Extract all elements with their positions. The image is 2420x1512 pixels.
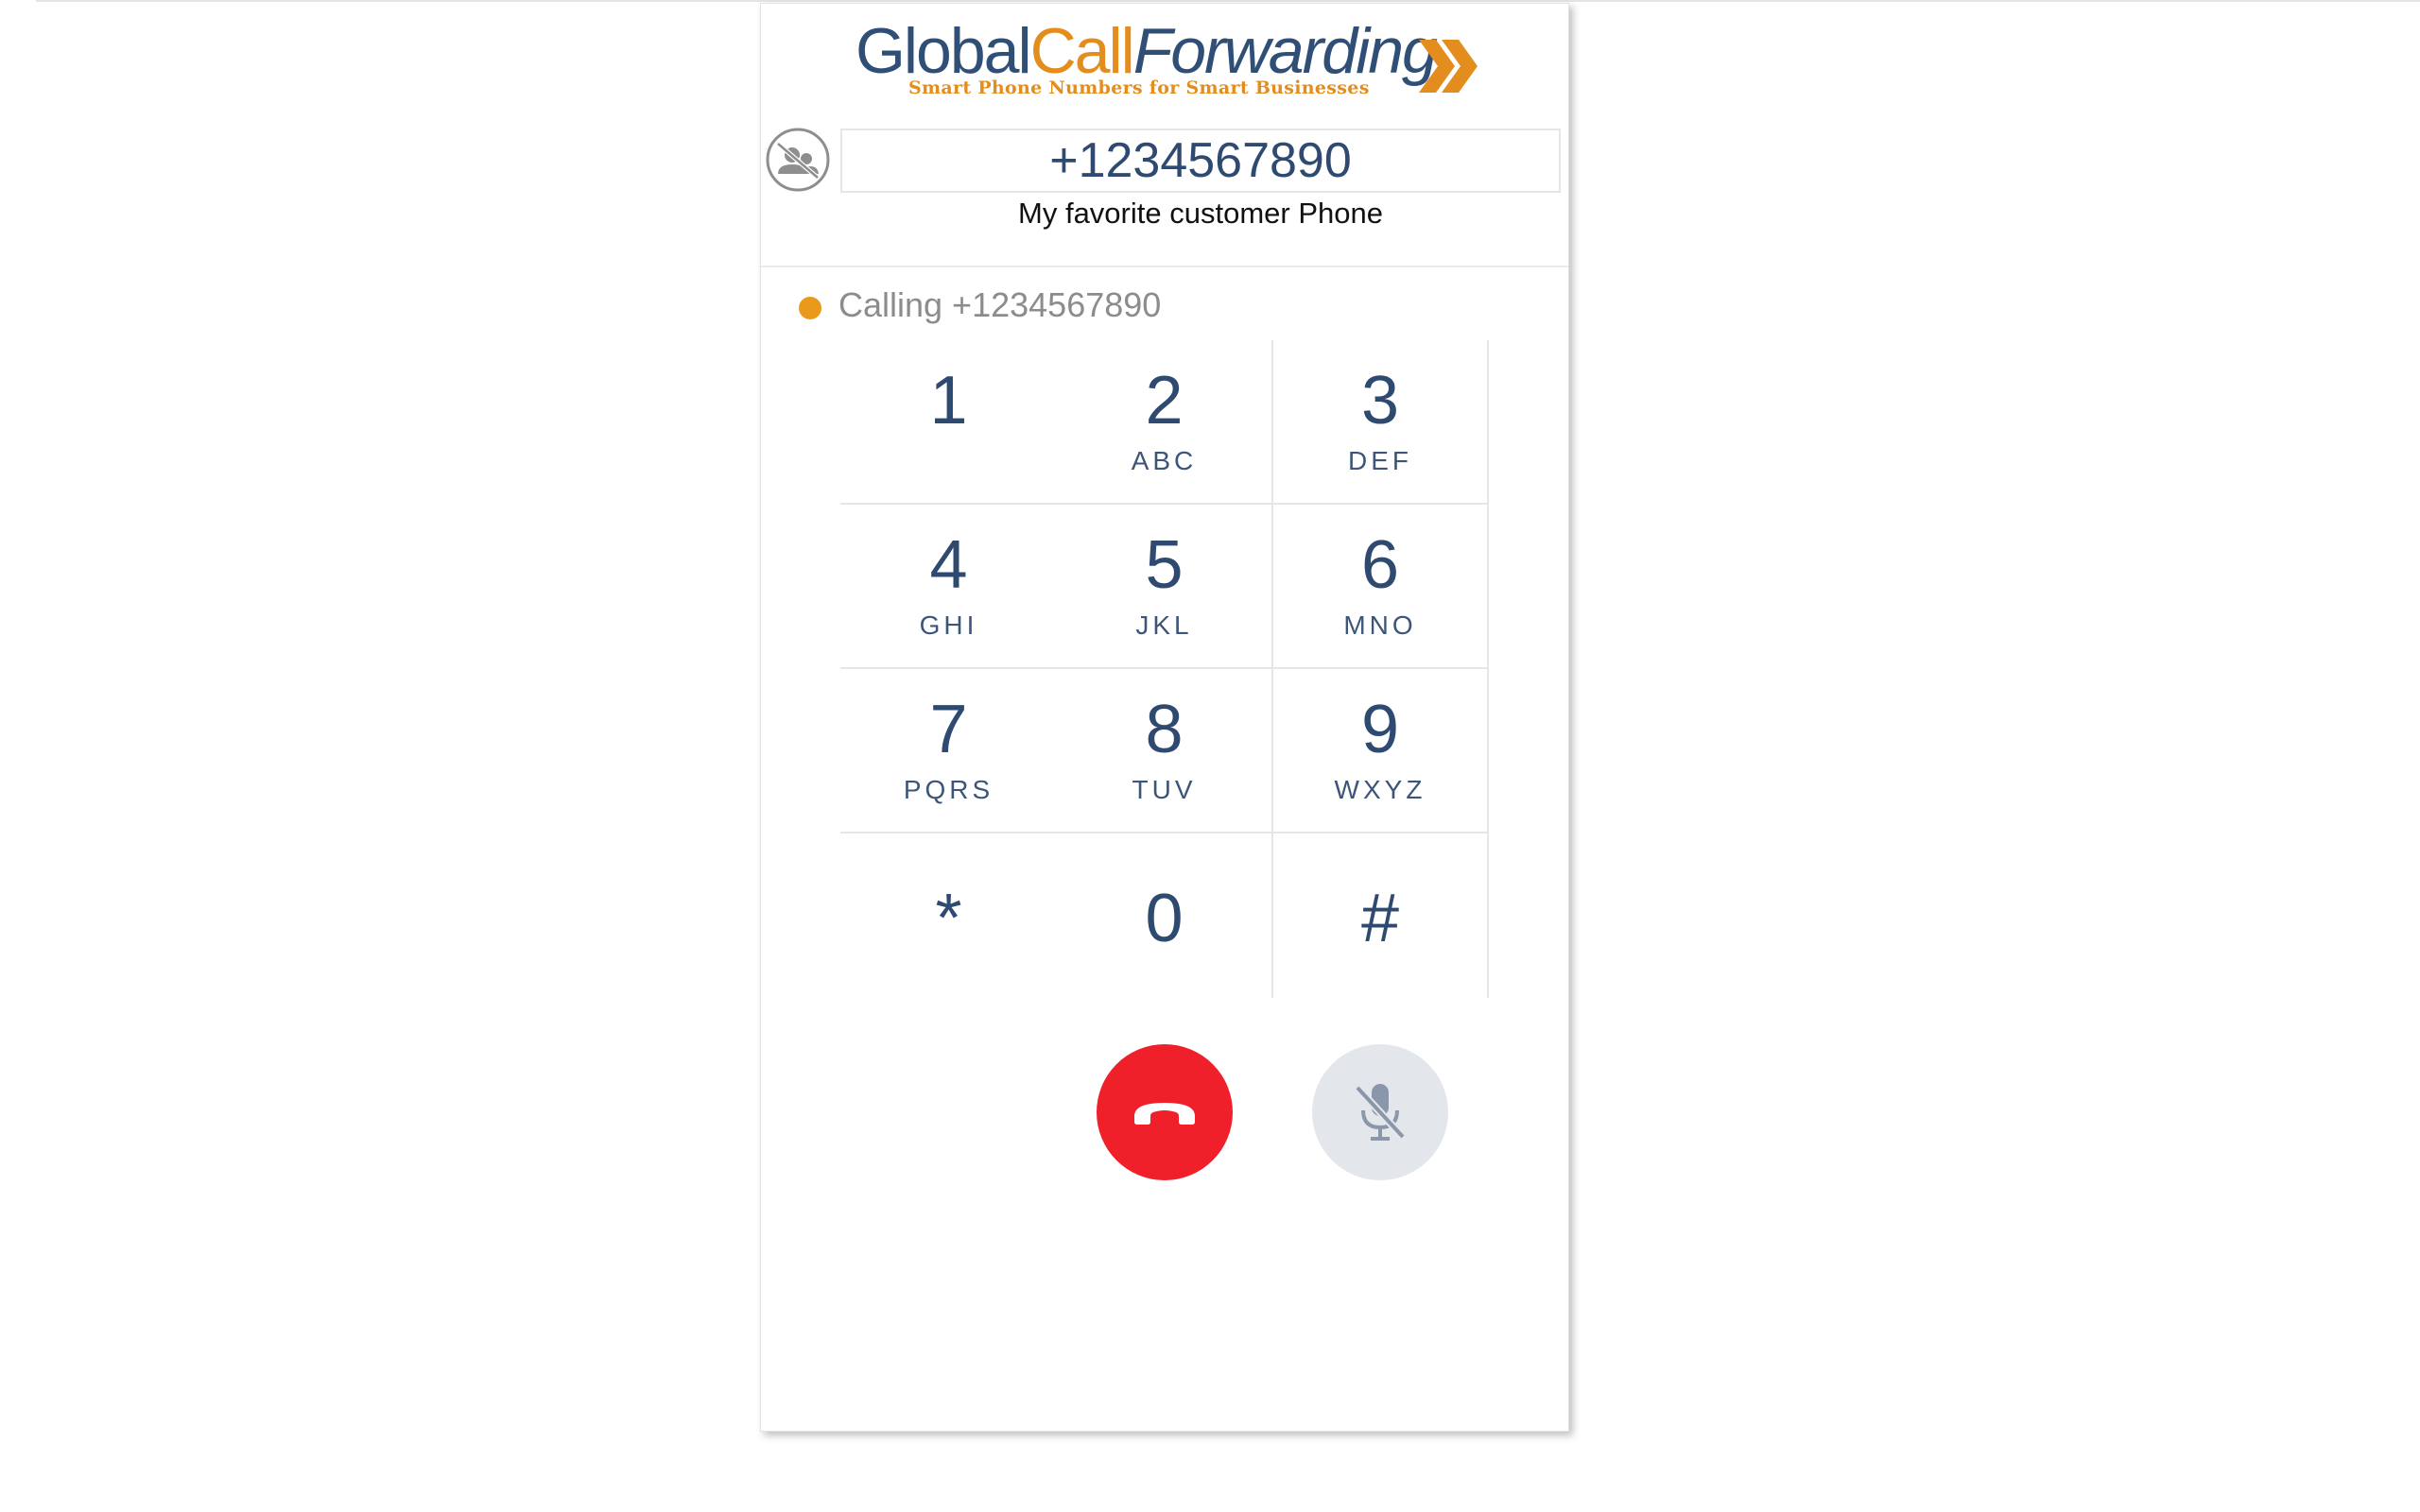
key-digit: #: [1360, 881, 1400, 956]
key-letters: MNO: [1343, 610, 1417, 640]
no-contact-icon[interactable]: [765, 127, 831, 193]
key-0[interactable]: 0: [1057, 833, 1273, 998]
key-star[interactable]: *: [840, 833, 1057, 998]
key-digit: 6: [1360, 527, 1400, 603]
dial-keypad: 1 2 ABC 3 DEF 4 GHI 5 JKL 6 MNO 7 PQRS 8: [840, 340, 1489, 998]
key-digit: 2: [1145, 363, 1184, 438]
header-divider: [761, 266, 1568, 267]
mute-button[interactable]: [1312, 1044, 1448, 1180]
phone-hangup-icon: [1134, 1103, 1195, 1125]
key-letters: GHI: [919, 610, 978, 640]
key-letters: ABC: [1131, 446, 1198, 475]
key-8[interactable]: 8 TUV: [1057, 669, 1273, 833]
key-digit: 5: [1145, 527, 1184, 603]
logo-tagline: Smart Phone Numbers for Smart Businesses: [908, 77, 1370, 98]
key-letters: WXYZ: [1334, 775, 1426, 804]
logo-word-forwarding: Forwarding: [1132, 15, 1438, 87]
phone-number-field[interactable]: +1234567890: [840, 129, 1561, 193]
key-digit: 8: [1145, 692, 1184, 767]
key-1[interactable]: 1: [840, 340, 1057, 505]
key-5[interactable]: 5 JKL: [1057, 505, 1273, 669]
key-digit: 0: [1145, 881, 1184, 956]
top-divider-line: [36, 0, 2420, 2]
call-status-text: Calling +1234567890: [838, 285, 1162, 324]
key-digit: 1: [929, 363, 968, 438]
logo-chevrons-icon: [1419, 40, 1478, 93]
logo-wordmark: GlobalCallForwarding: [856, 15, 1438, 87]
key-digit: *: [935, 881, 962, 956]
key-6[interactable]: 6 MNO: [1273, 505, 1489, 669]
key-2[interactable]: 2 ABC: [1057, 340, 1273, 505]
key-9[interactable]: 9 WXYZ: [1273, 669, 1489, 833]
softphone-panel: GlobalCallForwarding Smart Phone Numbers…: [760, 3, 1569, 1432]
hangup-button[interactable]: [1097, 1044, 1233, 1180]
contact-name: My favorite customer Phone: [1018, 197, 1383, 230]
key-digit: 7: [929, 692, 968, 767]
brand-logo: GlobalCallForwarding Smart Phone Numbers…: [856, 15, 1479, 102]
key-hash[interactable]: #: [1273, 833, 1489, 998]
key-digit: 3: [1360, 363, 1400, 438]
key-7[interactable]: 7 PQRS: [840, 669, 1057, 833]
key-digit: 4: [929, 527, 968, 603]
logo-word-call: Call: [1029, 15, 1135, 87]
key-letters: JKL: [1135, 610, 1193, 640]
logo-word-global: Global: [856, 15, 1032, 87]
key-4[interactable]: 4 GHI: [840, 505, 1057, 669]
microphone-muted-icon: [1355, 1084, 1406, 1141]
key-letters: PQRS: [903, 775, 994, 804]
key-3[interactable]: 3 DEF: [1273, 340, 1489, 505]
key-digit: 9: [1360, 692, 1400, 767]
status-indicator-dot: [799, 297, 821, 319]
key-letters: TUV: [1132, 775, 1197, 804]
key-letters: DEF: [1348, 446, 1412, 475]
